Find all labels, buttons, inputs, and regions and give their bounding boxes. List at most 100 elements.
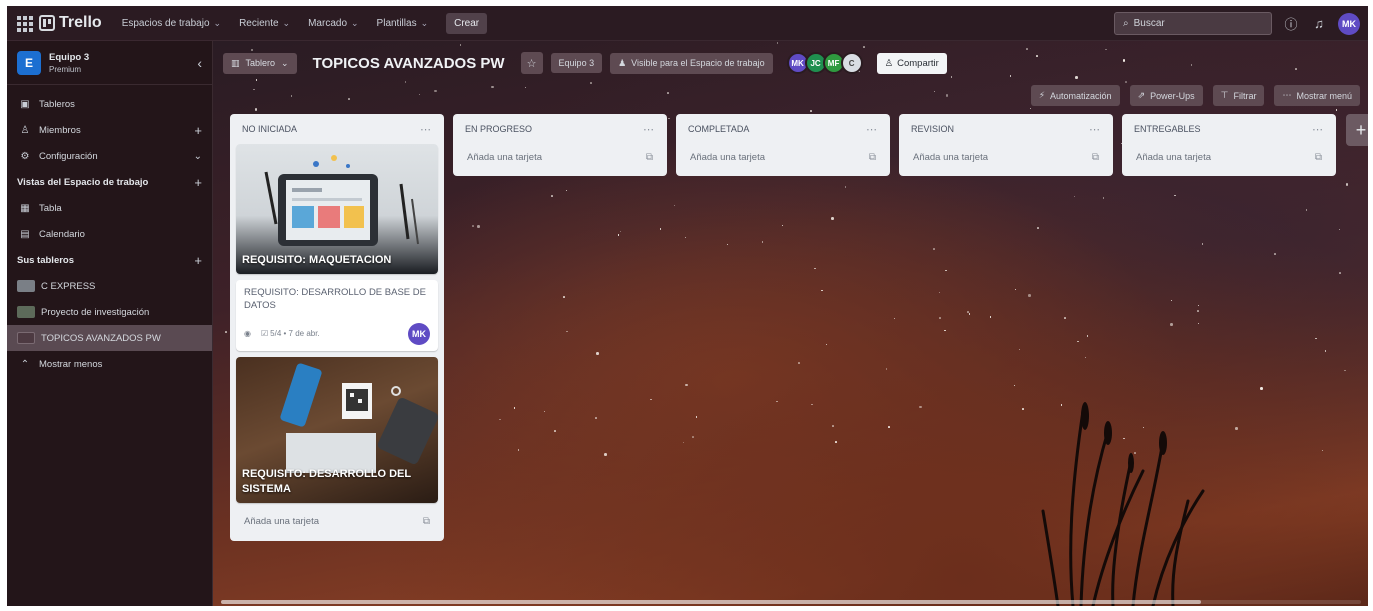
- scrollbar-thumb[interactable]: [221, 600, 1201, 604]
- card-sistema[interactable]: REQUISITO: DESARROLLO DEL SISTEMA: [236, 356, 438, 503]
- sidebar-item-settings[interactable]: ⚙ Configuración ⌄: [7, 143, 212, 169]
- list-title: COMPLETADA: [688, 124, 750, 134]
- list-header[interactable]: COMPLETADA ⋯: [682, 114, 884, 144]
- chevron-down-icon[interactable]: ⌄: [194, 151, 202, 162]
- add-card-button[interactable]: Añada una tarjeta ⧉: [905, 144, 1107, 170]
- member-avatar[interactable]: C: [840, 52, 863, 74]
- list-header[interactable]: ENTREGABLES ⋯: [1128, 114, 1330, 144]
- template-icon[interactable]: ⧉: [646, 152, 653, 163]
- star-dot: [565, 189, 568, 192]
- collapse-sidebar-icon[interactable]: ‹: [197, 55, 202, 71]
- search-input[interactable]: ⌕ Buscar: [1114, 12, 1272, 35]
- sidebar-item-label: Tabla: [39, 202, 62, 214]
- nav-recent-label: Reciente: [239, 17, 279, 29]
- list-menu-icon[interactable]: ⋯: [1312, 123, 1324, 136]
- boards-heading: Sus tableros +: [7, 247, 212, 273]
- card-member-avatar[interactable]: MK: [408, 322, 430, 345]
- user-avatar[interactable]: MK: [1338, 12, 1360, 35]
- template-icon[interactable]: ⧉: [869, 152, 876, 163]
- add-board-icon[interactable]: +: [194, 253, 202, 268]
- sidebar-item-boards[interactable]: ▣ Tableros: [7, 91, 212, 117]
- show-menu-label: Mostrar menú: [1296, 90, 1352, 101]
- card-maquetacion[interactable]: REQUISITO: MAQUETACION: [236, 144, 438, 274]
- visibility-button[interactable]: ♟ Visible para el Espacio de trabajo: [610, 52, 773, 74]
- star-dot: [726, 243, 729, 246]
- chevron-down-icon: ⌄: [282, 17, 291, 28]
- add-person-icon: ♙: [884, 57, 894, 69]
- sidebar-board-c-express[interactable]: C EXPRESS: [7, 273, 212, 299]
- add-member-icon[interactable]: +: [194, 123, 202, 138]
- star-dot: [832, 425, 834, 427]
- add-list-button[interactable]: +: [1346, 114, 1368, 146]
- star-dot: [938, 291, 941, 294]
- sidebar-item-members[interactable]: ♙ Miembros +: [7, 117, 212, 143]
- star-dot: [1174, 194, 1176, 197]
- create-button[interactable]: Crear: [446, 12, 488, 34]
- add-card-button[interactable]: Añada una tarjeta ⧉: [682, 144, 884, 170]
- star-dot: [811, 403, 813, 406]
- show-menu-button[interactable]: ⋯ Mostrar menú: [1274, 85, 1360, 106]
- filter-button[interactable]: ⊤ Filtrar: [1212, 85, 1265, 106]
- star-dot: [885, 368, 888, 370]
- info-icon[interactable]: ⓘ: [1282, 15, 1300, 33]
- list-header[interactable]: NO INICIADA ⋯: [236, 114, 438, 144]
- nav-templates-label: Plantillas: [376, 17, 417, 29]
- template-icon[interactable]: ⧉: [1315, 152, 1322, 163]
- sidebar-item-table[interactable]: ▦ Tabla: [7, 195, 212, 221]
- star-dot: [604, 453, 607, 456]
- board-members: MK JC MF C: [786, 52, 863, 74]
- horizontal-scrollbar[interactable]: [221, 600, 1361, 604]
- chevron-down-icon: ⌄: [281, 57, 289, 68]
- sidebar: E Equipo 3 Premium ‹ ▣ Tableros ♙ Miembr…: [7, 41, 213, 606]
- star-board-icon[interactable]: ☆: [520, 52, 543, 74]
- add-card-label: Añada una tarjeta: [244, 516, 320, 528]
- card-base-de-datos[interactable]: REQUISITO: DESARROLLO DE BASE DE DATOS ◉…: [236, 280, 438, 351]
- workspace-logo: E: [17, 50, 41, 75]
- list-menu-icon[interactable]: ⋯: [866, 123, 878, 136]
- add-card-button[interactable]: Añada una tarjeta ⧉: [236, 509, 438, 535]
- template-icon[interactable]: ⧉: [1092, 152, 1099, 163]
- star-dot: [682, 441, 685, 444]
- star-dot: [1170, 323, 1173, 326]
- nav-workspaces[interactable]: Espacios de trabajo ⌄: [116, 14, 227, 33]
- trello-logo[interactable]: Trello: [39, 14, 102, 32]
- add-card-button[interactable]: Añada una tarjeta ⧉: [1128, 144, 1330, 170]
- show-less-button[interactable]: ⌃ Mostrar menos: [7, 351, 212, 377]
- nav-recent[interactable]: Reciente ⌄: [233, 14, 296, 33]
- automation-button[interactable]: ⚡ Automatización: [1030, 85, 1120, 106]
- star-dot: [1315, 337, 1317, 340]
- add-card-label: Añada una tarjeta: [913, 151, 989, 163]
- star-dot: [1344, 369, 1346, 372]
- add-view-icon[interactable]: +: [194, 175, 202, 190]
- list-menu-icon[interactable]: ⋯: [643, 123, 655, 136]
- add-card-button[interactable]: Añada una tarjeta ⧉: [459, 144, 661, 170]
- sidebar-board-proyecto[interactable]: Proyecto de investigación: [7, 299, 212, 325]
- share-button[interactable]: ♙ Compartir: [876, 52, 947, 74]
- card-cover-title: REQUISITO: DESARROLLO DEL SISTEMA: [242, 467, 411, 495]
- star-dot: [831, 217, 834, 220]
- bell-icon[interactable]: ♫: [1310, 15, 1328, 33]
- workspace-name[interactable]: Equipo 3: [49, 52, 189, 63]
- star-dot: [1073, 195, 1076, 198]
- star-dot: [835, 441, 837, 443]
- list-header[interactable]: REVISION ⋯: [905, 114, 1107, 144]
- lightning-icon: ⚡: [1038, 90, 1046, 100]
- star-dot: [821, 289, 823, 292]
- star-dot: [1197, 304, 1200, 307]
- board-title[interactable]: TOPICOS AVANZADOS PW: [313, 55, 505, 72]
- list-header[interactable]: EN PROGRESO ⋯: [459, 114, 661, 144]
- nav-starred[interactable]: Marcado ⌄: [302, 14, 364, 33]
- nav-templates[interactable]: Plantillas ⌄: [371, 14, 435, 33]
- sidebar-board-topicos[interactable]: TOPICOS AVANZADOS PW: [7, 325, 212, 351]
- workspace-button[interactable]: Equipo 3: [550, 53, 603, 73]
- list-menu-icon[interactable]: ⋯: [1089, 123, 1101, 136]
- app-switcher-icon[interactable]: [15, 14, 33, 32]
- sidebar-item-calendar[interactable]: ▤ Calendario: [7, 221, 212, 247]
- list-menu-icon[interactable]: ⋯: [420, 123, 432, 136]
- star-dot: [472, 225, 474, 227]
- view-switcher[interactable]: ▥ Tablero ⌄: [223, 52, 297, 74]
- card-badges: ◉ ☑ 5/4 • 7 de abr. MK: [244, 322, 430, 345]
- star-dot: [945, 269, 947, 272]
- template-icon[interactable]: ⧉: [423, 516, 430, 527]
- power-ups-button[interactable]: ⇗ Power-Ups: [1129, 85, 1203, 106]
